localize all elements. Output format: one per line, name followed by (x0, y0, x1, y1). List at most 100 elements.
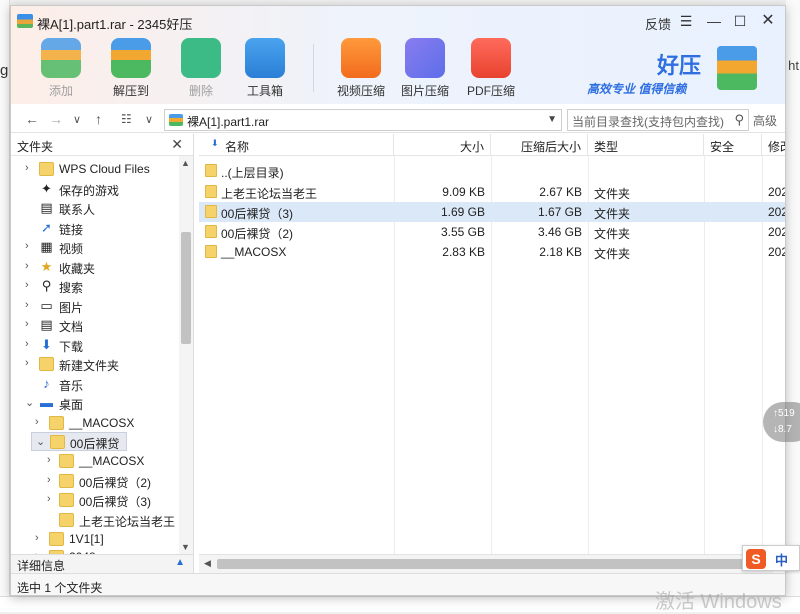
advanced-search-link[interactable]: 高级 (753, 112, 777, 129)
tree-item[interactable]: › 00后裸贷（2) (11, 472, 179, 491)
address-bar: ← → ∨ ↑ ☷ ∨ 裸A[1].part1.rar ▼ 当前目录查找(支持包… (11, 107, 785, 133)
chevron-right-icon[interactable]: › (25, 299, 35, 311)
chevron-right-icon[interactable]: › (25, 318, 35, 330)
chevron-down-icon[interactable]: ⌄ (25, 396, 35, 409)
tree-item[interactable]: › 1V1[1] (11, 530, 179, 549)
tree-item[interactable]: › 00后裸贷（3) (11, 491, 179, 510)
chevron-right-icon[interactable]: › (35, 532, 45, 544)
chevron-up-icon[interactable]: ▲ (175, 557, 185, 568)
chevron-right-icon[interactable]: › (25, 260, 35, 272)
chevron-right-icon[interactable]: › (25, 240, 35, 252)
tree-item[interactable]: › 新建文件夹 (11, 355, 179, 374)
chevron-right-icon[interactable]: › (25, 338, 35, 350)
view-chevron-icon[interactable]: ∨ (145, 113, 153, 126)
link-icon: ➚ (41, 220, 52, 235)
ime-mode[interactable]: 中 (775, 550, 788, 569)
chevron-right-icon[interactable]: › (47, 454, 57, 466)
network-speed-widget[interactable]: ↑519 ↓8.7 (763, 402, 800, 442)
history-chevron-icon[interactable]: ∨ (73, 113, 81, 126)
toolbox-label: 工具箱 (246, 84, 283, 98)
tree-item[interactable]: › ⬇ 下载 (11, 336, 179, 355)
column-name[interactable]: ⬇ 名称 (199, 134, 394, 156)
chevron-right-icon[interactable]: › (25, 357, 35, 369)
detail-info-label: 详细信息 (17, 559, 66, 573)
file-row[interactable]: __MACOSX 2.83 KB 2.18 KB 文件夹 202 (199, 242, 785, 262)
image-compress-button[interactable]: 图片压缩 (393, 38, 457, 99)
search-placeholder: 当前目录查找(支持包内查找) (572, 115, 724, 129)
ime-toolbar[interactable]: S 中 (742, 545, 800, 571)
pdf-compress-button[interactable]: PDF压缩 (459, 38, 523, 99)
minimize-icon[interactable]: — (703, 12, 725, 30)
folder-icon (205, 185, 217, 198)
close-pane-icon[interactable]: ✕ (171, 136, 183, 153)
scroll-up-icon[interactable]: ▲ (181, 158, 190, 168)
scrollbar-thumb[interactable] (181, 232, 191, 344)
chevron-right-icon[interactable]: › (25, 162, 35, 174)
scroll-down-icon[interactable]: ▼ (181, 542, 190, 552)
extract-icon (111, 38, 151, 78)
tree-item-label: 联系人 (59, 203, 96, 217)
view-mode-icon[interactable]: ☷ (121, 112, 132, 126)
tree-item[interactable]: › __MACOSX (11, 414, 179, 433)
up-arrow-icon[interactable]: ↑ (95, 111, 102, 127)
folder-pane-title: 文件夹 (17, 140, 54, 154)
tree-item-label: 桌面 (59, 398, 84, 412)
column-security[interactable]: 安全 (704, 134, 762, 156)
file-name: __MACOSX (221, 245, 287, 259)
search-icon[interactable]: ⚲ (734, 112, 744, 128)
pdf-icon (471, 38, 511, 78)
documents-icon: ▤ (40, 317, 53, 332)
tree-item[interactable]: › ▤ 文档 (11, 316, 179, 335)
menu-icon[interactable]: ☰ (675, 12, 697, 30)
column-modified-label: 修改 (768, 140, 785, 154)
feedback-button[interactable]: 反馈 (645, 14, 671, 33)
file-row-selected[interactable]: 00后裸贷（3) 1.69 GB 1.67 GB 文件夹 202 (199, 202, 785, 222)
detail-info-toggle[interactable]: 详细信息 ▲ (11, 554, 194, 573)
chevron-right-icon[interactable]: › (25, 279, 35, 291)
tree-item[interactable]: › WPS Cloud Files (11, 160, 179, 179)
tree-item[interactable]: ▤ 联系人 (11, 199, 179, 218)
maximize-icon[interactable]: ☐ (729, 12, 751, 30)
forward-arrow-icon[interactable]: → (49, 111, 63, 127)
back-arrow-icon[interactable]: ← (25, 111, 39, 127)
toolbox-button[interactable]: 工具箱 (233, 38, 297, 99)
chevron-right-icon[interactable]: › (35, 416, 45, 428)
tree-item[interactable]: ♪ 音乐 (11, 375, 179, 394)
delete-label: 删除 (188, 84, 213, 98)
add-button[interactable]: 添加 (29, 38, 93, 99)
delete-button[interactable]: 删除 (169, 38, 233, 99)
upload-speed: ↑519 (773, 408, 795, 419)
tree-scrollbar[interactable]: ▲ ▼ (179, 156, 193, 554)
extract-button[interactable]: 解压到 (99, 38, 163, 99)
tree-item[interactable]: › __MACOSX (11, 452, 179, 471)
file-row-parent[interactable]: ..(上层目录) (199, 161, 785, 181)
dropdown-arrow-icon[interactable]: ▼ (547, 114, 557, 125)
horizontal-scrollbar[interactable]: ◀ ▶ (199, 554, 773, 573)
tree-item[interactable]: › ⚲ 搜索 (11, 277, 179, 296)
tree-item[interactable]: › ▭ 图片 (11, 297, 179, 316)
column-type[interactable]: 类型 (588, 134, 704, 156)
chevron-right-icon[interactable]: › (47, 493, 57, 505)
tree-item-selected[interactable]: ⌄ 00后裸贷 (31, 432, 127, 451)
column-packed[interactable]: 压缩后大小 (491, 134, 588, 156)
window-title: 裸A[1].part1.rar - 2345好压 (37, 17, 193, 32)
tree-item[interactable]: ➚ 链接 (11, 219, 179, 238)
tree-item[interactable]: › ▦ 视频 (11, 238, 179, 257)
tree-item[interactable]: ✦ 保存的游戏 (11, 180, 179, 199)
video-compress-button[interactable]: 视频压缩 (329, 38, 393, 99)
file-row[interactable]: 上老王论坛当老王 9.09 KB 2.67 KB 文件夹 202 (199, 182, 785, 202)
tree-item[interactable]: ⌄ ▬ 桌面 (11, 394, 179, 413)
file-row[interactable]: 00后裸贷（2) 3.55 GB 3.46 GB 文件夹 202 (199, 222, 785, 242)
column-size[interactable]: 大小 (394, 134, 491, 156)
chevron-down-icon[interactable]: ⌄ (36, 435, 46, 448)
chevron-right-icon[interactable]: › (47, 474, 57, 486)
column-modified[interactable]: 修改 (762, 134, 785, 156)
close-icon[interactable]: ✕ (757, 12, 779, 30)
scrollbar-thumb[interactable] (217, 559, 753, 569)
search-input[interactable]: 当前目录查找(支持包内查找) ⚲ (567, 109, 749, 131)
scroll-left-icon[interactable]: ◀ (204, 558, 211, 569)
file-name: 00后裸贷（2) (221, 227, 294, 241)
tree-item[interactable]: 上老王论坛当老王 (11, 511, 179, 530)
path-field[interactable]: 裸A[1].part1.rar ▼ (164, 109, 562, 131)
tree-item[interactable]: › ★ 收藏夹 (11, 258, 179, 277)
